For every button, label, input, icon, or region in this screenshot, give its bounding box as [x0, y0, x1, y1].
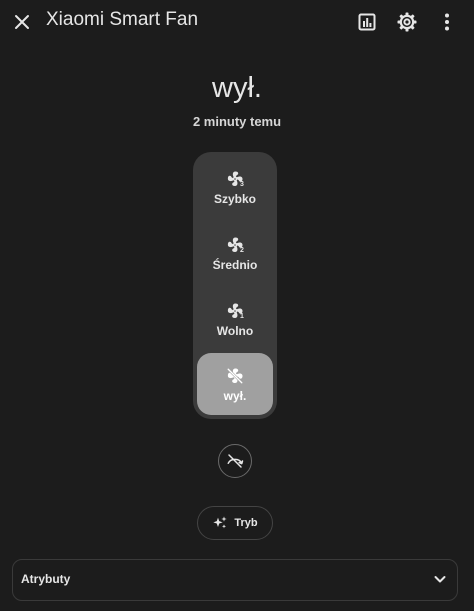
speed-option-label: wył. [223, 389, 247, 403]
speed-option-label: Średnio [212, 258, 258, 272]
state-value: wył. [212, 72, 262, 104]
fan-speed-control: 3 Szybko 2 Średnio 1 Wolno wył. [193, 152, 277, 419]
history-button[interactable] [351, 6, 383, 38]
last-changed: 2 minuty temu [192, 114, 282, 129]
sparkles-icon [213, 516, 228, 529]
gear-icon [397, 12, 417, 32]
speed-level-label: 1 [240, 313, 244, 320]
dialog-title: Xiaomi Smart Fan [46, 9, 199, 30]
speed-option-medium[interactable]: 2 Średnio [197, 222, 273, 284]
speed-option-label: Wolno [216, 324, 254, 338]
speed-option-low[interactable]: 1 Wolno [197, 288, 273, 350]
speed-option-off[interactable]: wył. [197, 353, 273, 415]
chart-box-icon [358, 13, 376, 31]
dots-vertical-icon [445, 13, 449, 31]
attributes-label: Atrybuty [21, 572, 71, 586]
oscillation-off-icon [227, 454, 244, 468]
close-button[interactable] [6, 6, 38, 38]
settings-button[interactable] [391, 6, 423, 38]
preset-mode-button[interactable]: Tryb [197, 506, 273, 540]
more-info-dialog: Xiaomi Smart Fan wył. 2 minuty temu 3 Sz… [0, 0, 474, 611]
chevron-down-icon [434, 576, 446, 583]
oscillate-button[interactable] [218, 444, 252, 478]
attributes-expander[interactable]: Atrybuty [12, 559, 458, 601]
fan-off-icon [227, 368, 243, 384]
dialog-header: Xiaomi Smart Fan [0, 0, 474, 44]
speed-level-label: 2 [240, 247, 244, 254]
speed-option-label: Szybko [213, 192, 256, 206]
close-icon [15, 15, 29, 29]
preset-mode-label: Tryb [234, 517, 258, 529]
speed-level-label: 3 [240, 181, 244, 188]
menu-button[interactable] [431, 6, 463, 38]
speed-option-high[interactable]: 3 Szybko [197, 156, 273, 218]
